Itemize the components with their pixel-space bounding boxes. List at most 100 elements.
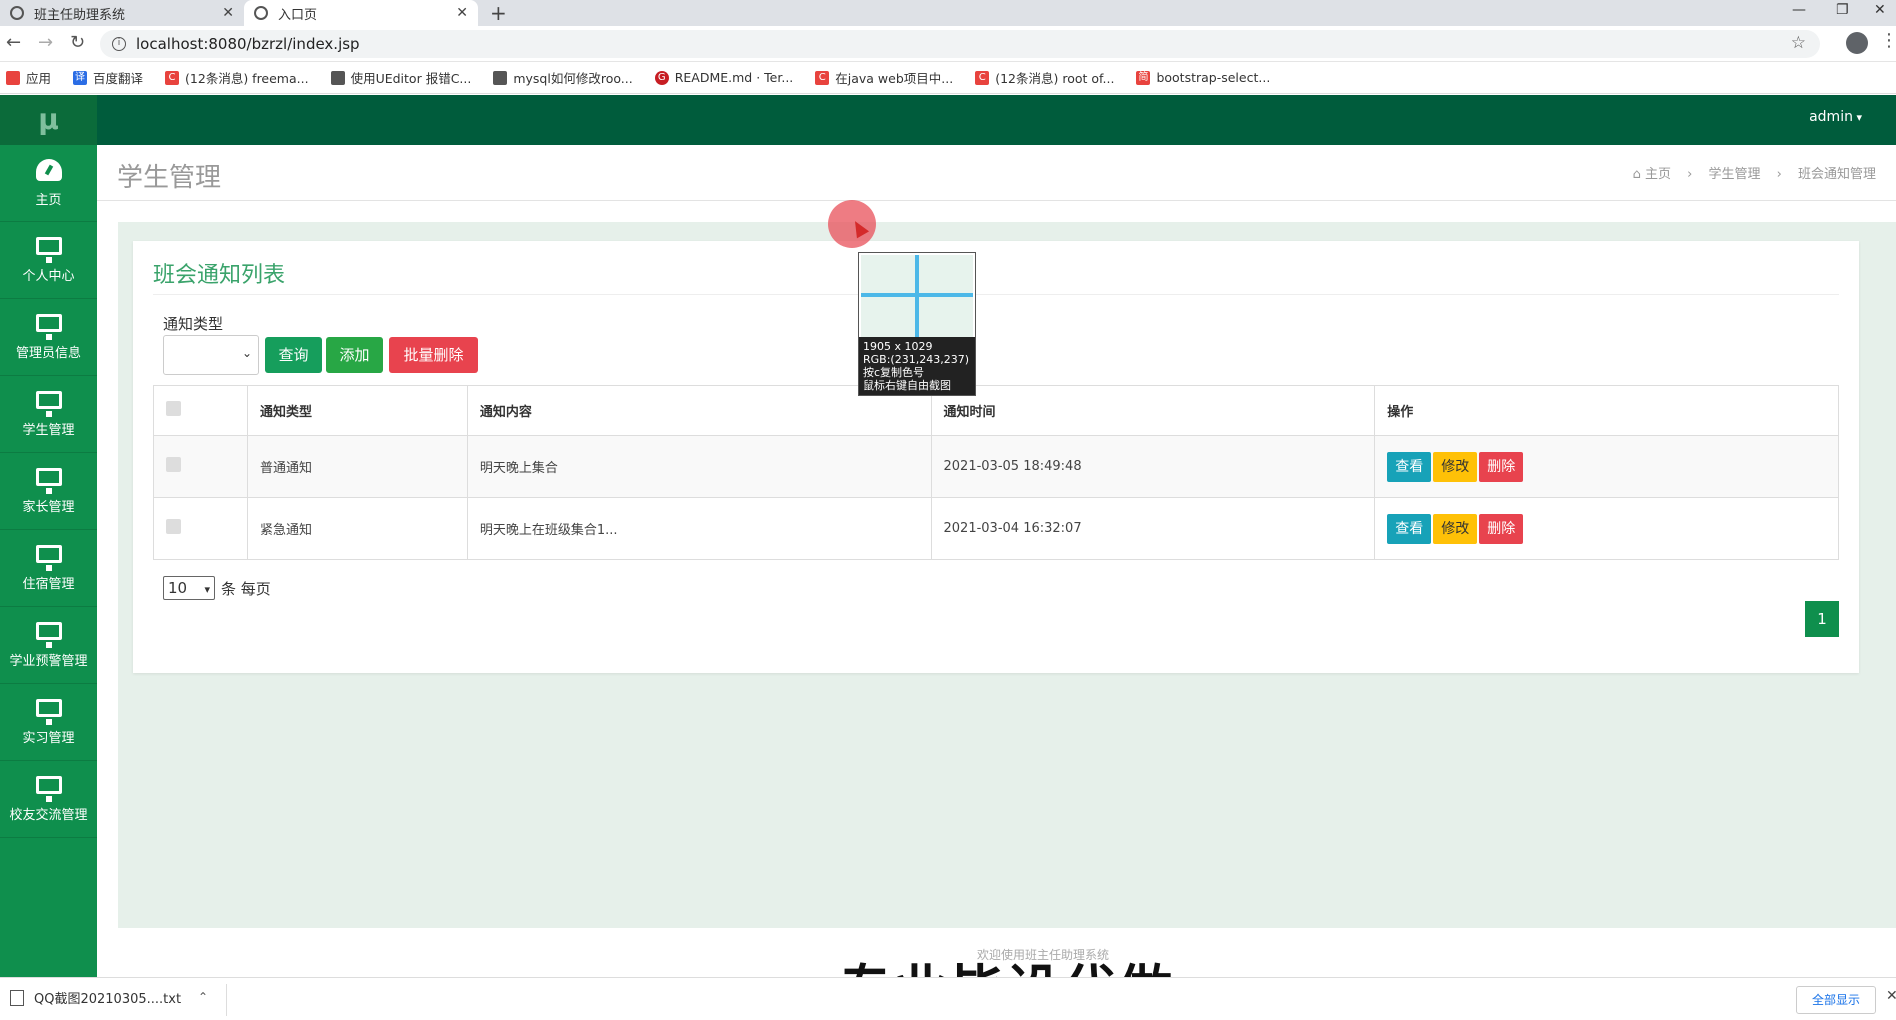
sidebar-item-dorm[interactable]: 住宿管理 (0, 530, 97, 607)
bookmark-readme[interactable]: G README.md · Ter... (654, 70, 793, 85)
apps-grid-icon (6, 70, 20, 85)
breadcrumb-current: 班会通知管理 (1797, 167, 1876, 182)
sidebar: μ 主页 个人中心 管理员信息 学生管理 家长管理 住宿管理 学业预警管理 实习… (0, 95, 97, 977)
page-number-button[interactable]: 1 (1805, 601, 1839, 637)
add-button[interactable]: 添加 (326, 337, 383, 373)
breadcrumb-home[interactable]: 主页 (1645, 167, 1671, 182)
select-all-cell (153, 385, 248, 436)
bookmark-ueditor[interactable]: 使用UEditor 报错C... (330, 68, 471, 87)
restore-icon[interactable]: ❐ (1836, 0, 1849, 26)
breadcrumb-students[interactable]: 学生管理 (1708, 167, 1760, 182)
batch-delete-button[interactable]: 批量删除 (389, 337, 478, 373)
csdn-icon: C (815, 70, 830, 85)
address-bar: ← → ↻ i localhost:8080/bzrzl/index.jsp ☆ (0, 26, 1896, 62)
view-button[interactable]: 查看 (1387, 513, 1432, 544)
right-click-hint: 鼠标右键自由截图 (863, 379, 951, 392)
view-button[interactable]: 查看 (1387, 451, 1432, 482)
sidebar-item-parents[interactable]: 家长管理 (0, 453, 97, 530)
copy-hint: 按c复制色号 (863, 366, 925, 379)
page-title: 学生管理 (117, 163, 222, 193)
browser-tabbar: 班主任助理系统 ✕ 入口页 ✕ + — ❐ ✕ (0, 0, 1896, 26)
bookmark-java-web[interactable]: C 在java web项目中... (815, 68, 953, 87)
page-size-control: 10 ▾ 条 每页 (163, 576, 271, 600)
cell-time: 2021-03-05 18:49:48 (930, 435, 1376, 498)
star-icon[interactable]: ☆ (1791, 33, 1806, 53)
bookmark-bootstrap-select[interactable]: 简 bootstrap-select... (1136, 70, 1270, 85)
csdn-icon: C (975, 70, 990, 85)
url-text: localhost:8080/bzrzl/index.jsp (136, 35, 360, 53)
site-icon (330, 70, 345, 85)
tab-entry[interactable]: 入口页 ✕ (244, 0, 478, 26)
info-icon[interactable]: i (112, 37, 126, 51)
sidebar-item-admin-info[interactable]: 管理员信息 (0, 299, 97, 376)
forward-icon[interactable]: → (38, 32, 53, 53)
select-all-checkbox[interactable] (166, 401, 181, 416)
bookmark-baidu-translate[interactable]: 译百度翻译 (73, 68, 143, 87)
cell-actions: 查看 修改 删除 (1374, 497, 1839, 560)
page-size-label: 条 每页 (221, 579, 271, 598)
sidebar-item-students[interactable]: 学生管理 (0, 376, 97, 453)
download-filename: QQ截图20210305....txt (34, 992, 182, 1007)
close-icon[interactable]: ✕ (1886, 988, 1896, 1004)
show-all-button[interactable]: 全部显示 (1796, 986, 1876, 1014)
row-checkbox[interactable] (166, 519, 181, 534)
reload-icon[interactable]: ↻ (70, 32, 85, 53)
close-icon[interactable]: ✕ (222, 5, 234, 21)
monitor-icon (35, 390, 62, 417)
breadcrumb: ⌂ 主页 › 学生管理 › 班会通知管理 (1633, 163, 1876, 182)
app-topbar: admin (97, 95, 1896, 145)
sidebar-item-home[interactable]: 主页 (0, 145, 97, 222)
new-tab-button[interactable]: + (490, 0, 507, 26)
minimize-icon[interactable]: — (1792, 0, 1806, 26)
dashboard-icon (35, 158, 62, 181)
notice-type-select[interactable]: ⌄ (163, 335, 259, 375)
column-header: 通知时间 (930, 385, 1376, 436)
sidebar-item-academic-warning[interactable]: 学业预警管理 (0, 607, 97, 684)
delete-button[interactable]: 删除 (1479, 451, 1524, 482)
close-icon[interactable]: ✕ (456, 5, 468, 21)
edit-button[interactable]: 修改 (1433, 451, 1478, 482)
sidebar-item-alumni[interactable]: 校友交流管理 (0, 761, 97, 838)
url-input[interactable]: i localhost:8080/bzrzl/index.jsp ☆ (100, 30, 1820, 58)
sidebar-item-internship[interactable]: 实习管理 (0, 684, 97, 761)
magnifier-view (861, 255, 973, 337)
monitor-icon (35, 698, 62, 725)
home-icon: ⌂ (1632, 167, 1645, 182)
monitor-icon (35, 467, 62, 494)
bookmarks-bar: 应用 译百度翻译 C (12条消息) freema... 使用UEditor 报错… (0, 62, 1896, 94)
tab-title: 入口页 (278, 7, 318, 23)
filter-label: 通知类型 (163, 315, 224, 333)
bookmark-csdn-1[interactable]: C (12条消息) freema... (165, 68, 309, 87)
bookmark-csdn-2[interactable]: C (12条消息) root of... (975, 68, 1114, 87)
tab-title: 班主任助理系统 (34, 7, 126, 23)
gitee-icon: G (654, 70, 669, 85)
globe-icon (10, 6, 24, 20)
column-header: 通知类型 (246, 385, 468, 436)
bookmark-apps[interactable]: 应用 (6, 68, 51, 87)
table-row: 普通通知 明天晚上集合 2021-03-05 18:49:48 查看 修改 删除 (153, 435, 1839, 498)
monitor-icon (35, 313, 62, 340)
crosshair-vertical (915, 255, 919, 337)
menu-dots-icon[interactable]: ⋮ (1880, 30, 1896, 51)
table-row: 紧急通知 明天晚上在班级集合1... 2021-03-04 16:32:07 查… (153, 497, 1839, 560)
row-checkbox[interactable] (166, 457, 181, 472)
chevron-up-icon[interactable]: ⌃ (198, 990, 208, 1004)
site-icon (493, 70, 508, 85)
tab-bzrzl[interactable]: 班主任助理系统 ✕ (0, 0, 244, 26)
monitor-icon (35, 236, 62, 263)
edit-button[interactable]: 修改 (1433, 513, 1478, 544)
profile-avatar-icon[interactable] (1846, 32, 1868, 54)
delete-button[interactable]: 删除 (1479, 513, 1524, 544)
user-menu[interactable]: admin (1809, 109, 1862, 125)
sidebar-item-profile[interactable]: 个人中心 (0, 222, 97, 299)
capture-size: 1905 x 1029 (863, 340, 933, 353)
page-size-select[interactable]: 10 ▾ (163, 576, 215, 600)
cell-type: 紧急通知 (246, 497, 468, 560)
back-icon[interactable]: ← (6, 32, 21, 53)
screenshot-magnifier: 1905 x 1029 RGB:(231,243,237) 按c复制色号 鼠标右… (858, 252, 976, 396)
bookmark-mysql[interactable]: mysql如何修改roo... (493, 68, 633, 87)
download-item[interactable]: QQ截图20210305....txt (10, 988, 181, 1007)
window-close-icon[interactable]: ✕ (1874, 0, 1886, 26)
query-button[interactable]: 查询 (265, 337, 322, 373)
page-header: 学生管理 ⌂ 主页 › 学生管理 › 班会通知管理 (97, 145, 1896, 201)
